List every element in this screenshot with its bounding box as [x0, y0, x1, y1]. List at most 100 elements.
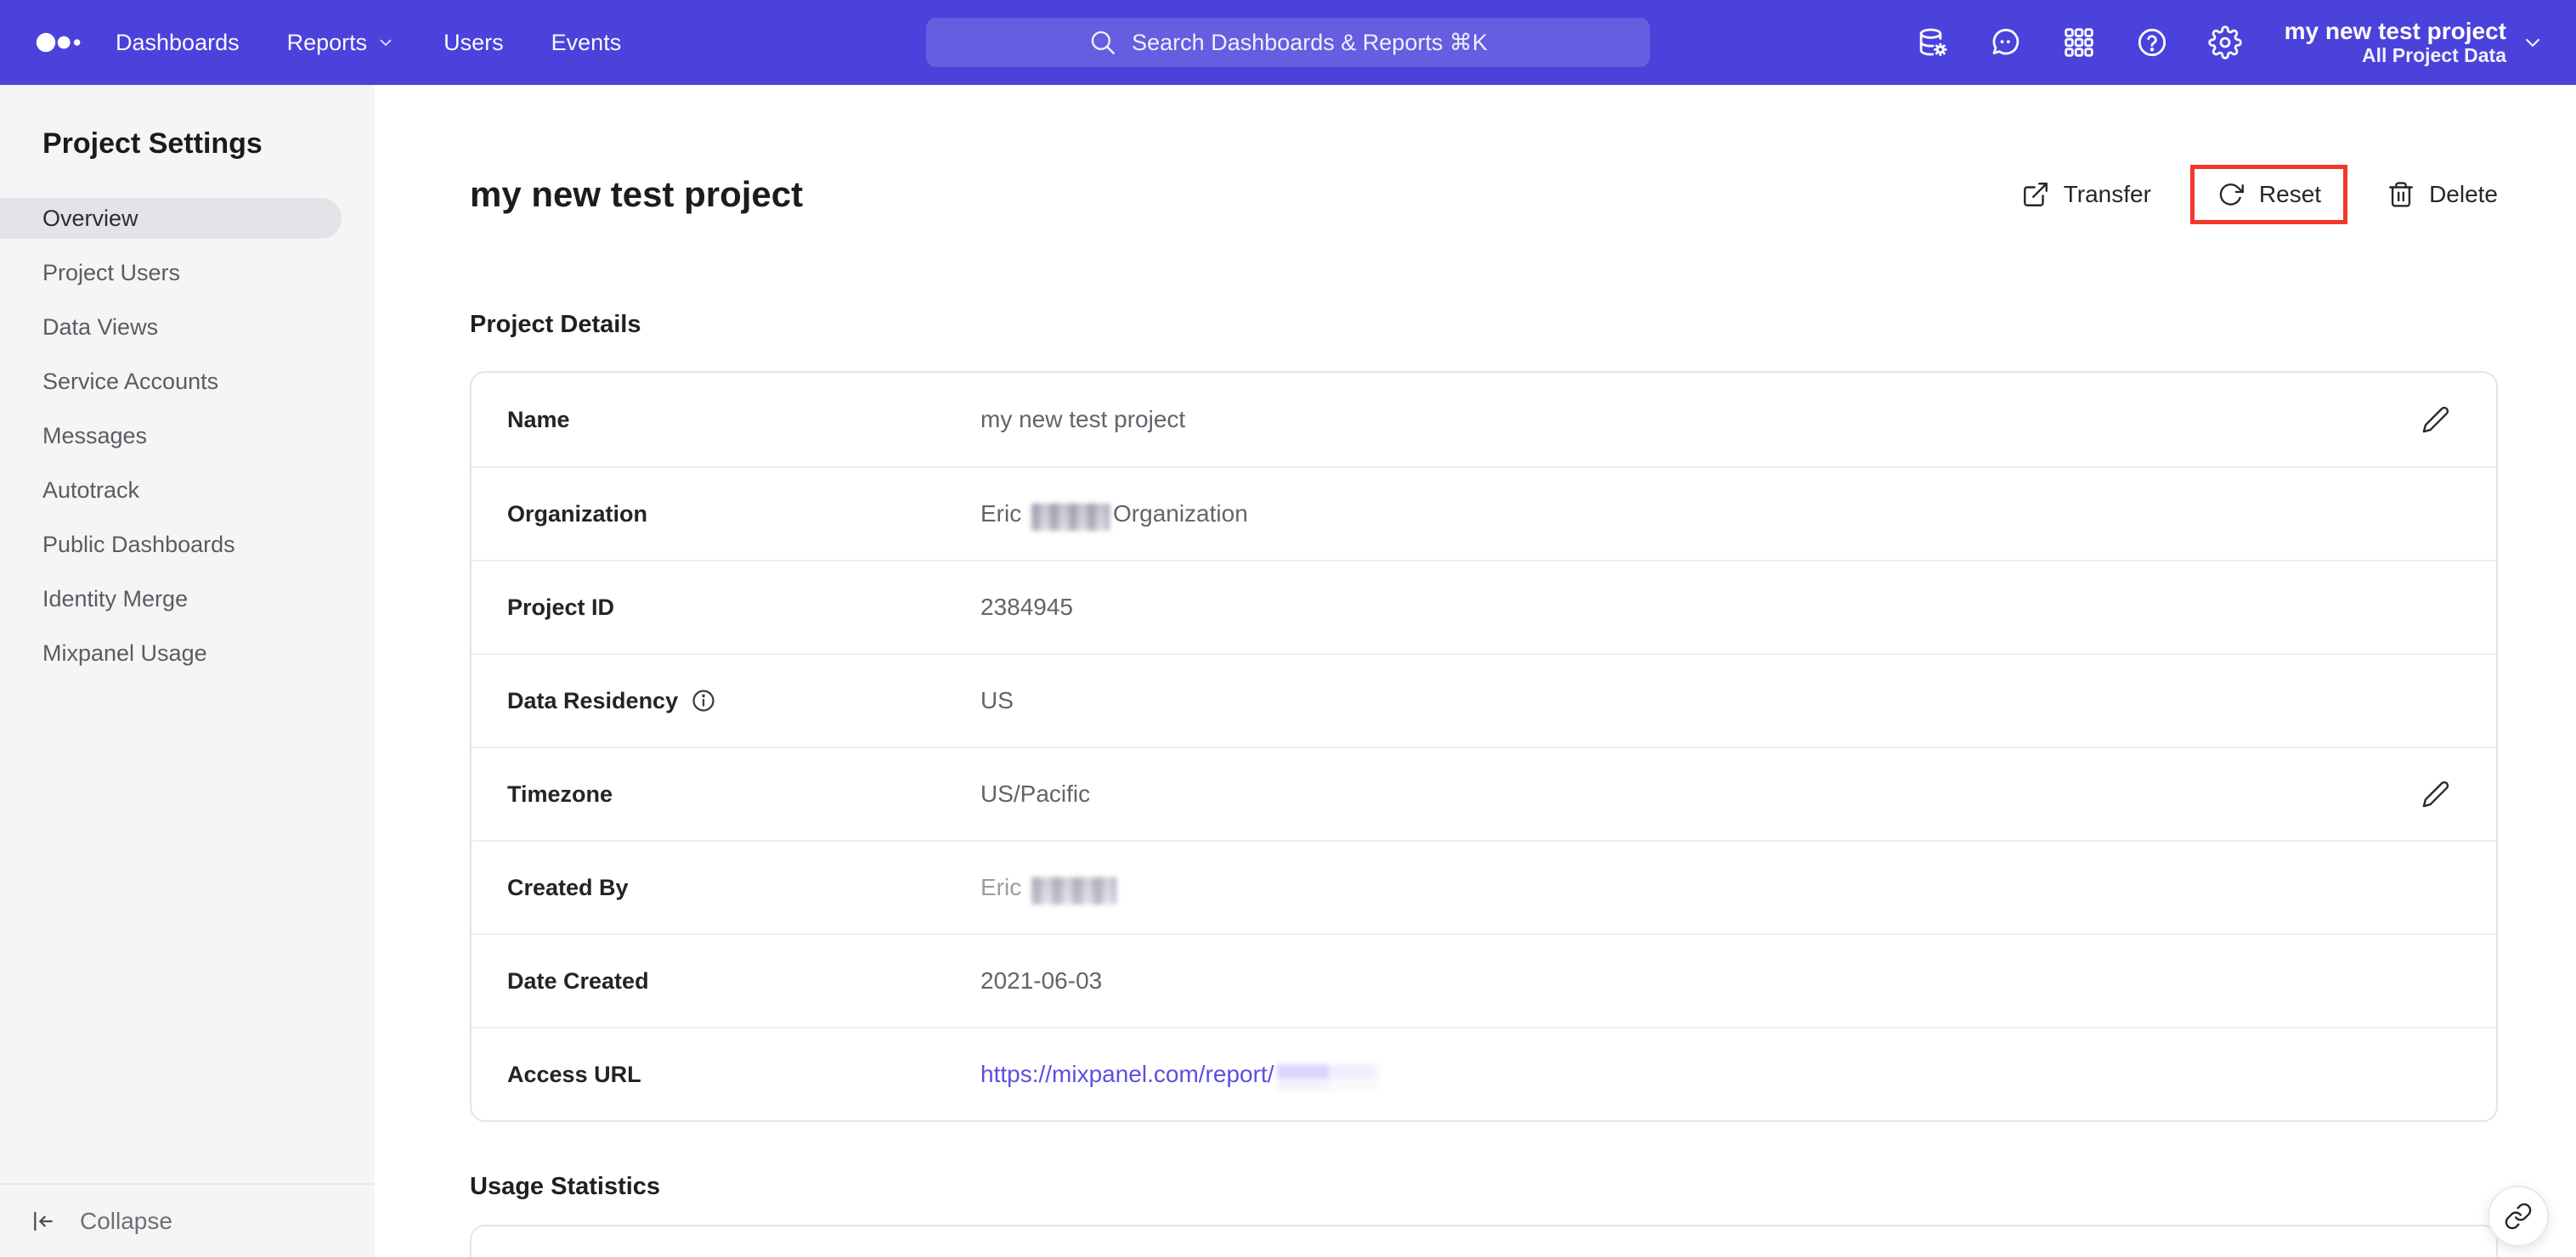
- row-value: Eric Organization: [980, 500, 1255, 531]
- row-value: 2021-06-03: [980, 967, 1109, 995]
- search-placeholder: Search Dashboards & Reports ⌘K: [1132, 29, 1488, 55]
- edit-timezone-button[interactable]: [2421, 780, 2450, 809]
- row-label: Organization: [507, 501, 980, 527]
- data-management-icon[interactable]: [1916, 25, 1950, 59]
- nav-link-users[interactable]: Users: [443, 30, 504, 56]
- chevron-down-icon: [376, 32, 396, 53]
- top-nav: Dashboards Reports Users Events Search Dash…: [0, 0, 2576, 85]
- detail-row-timezone: Timezone US/Pacific: [472, 747, 2496, 840]
- detail-row-data-residency: Data Residency US: [472, 653, 2496, 747]
- sidebar-item-public-dashboards[interactable]: Public Dashboards: [0, 517, 375, 572]
- redacted-text: [1031, 504, 1110, 531]
- row-label: Created By: [507, 875, 980, 901]
- row-label-text: Name: [507, 406, 570, 432]
- detail-row-name: Name my new test project: [472, 373, 2496, 466]
- row-label-text: Timezone: [507, 781, 613, 807]
- project-details-card: Name my new test project Organization Eric…: [470, 371, 2498, 1122]
- row-value: https://mixpanel.com/report/: [980, 1061, 1381, 1091]
- current-project-scope: All Project Data: [2362, 44, 2506, 66]
- value-text: US: [980, 687, 1014, 713]
- row-label: Name: [507, 407, 980, 433]
- row-label-text: Project ID: [507, 594, 615, 620]
- row-value: US/Pacific: [980, 781, 1097, 808]
- row-label: Project ID: [507, 595, 980, 621]
- usage-statistics-card: [470, 1225, 2498, 1257]
- sidebar-item-identity-merge[interactable]: Identity Merge: [0, 572, 375, 626]
- row-value: Eric: [980, 874, 1120, 905]
- usage-statistics-heading: Usage Statistics: [470, 1173, 661, 1200]
- row-label-text: Created By: [507, 874, 629, 900]
- value-text: 2384945: [980, 594, 1074, 620]
- value-text: Organization: [1113, 500, 1248, 527]
- nav-links: Dashboards Reports Users Events: [116, 30, 621, 56]
- settings-sidebar: Project Settings Overview Project Users Da…: [0, 85, 375, 1257]
- sidebar-item-messages[interactable]: Messages: [0, 409, 375, 463]
- redacted-text: [1031, 877, 1117, 905]
- access-url-link[interactable]: https://mixpanel.com/report/: [980, 1061, 1274, 1088]
- value-text: Eric: [980, 874, 1022, 900]
- sidebar-item-data-views[interactable]: Data Views: [0, 300, 375, 354]
- mixpanel-logo-icon: [32, 22, 90, 63]
- transfer-button[interactable]: Transfer: [2021, 180, 2151, 209]
- highlight-annotation: Reset: [2189, 165, 2348, 224]
- value-text: US/Pacific: [980, 781, 1091, 807]
- detail-row-date-created: Date Created 2021-06-03: [472, 933, 2496, 1027]
- collapse-icon: [29, 1208, 56, 1235]
- collapse-label: Collapse: [80, 1207, 172, 1234]
- nav-right-cluster: my new test project All Project Data: [1916, 0, 2576, 85]
- detail-row-project-id: Project ID 2384945: [472, 560, 2496, 653]
- help-icon[interactable]: [2135, 25, 2169, 59]
- sidebar-item-mixpanel-usage[interactable]: Mixpanel Usage: [0, 626, 375, 680]
- nav-link-events[interactable]: Events: [551, 30, 622, 56]
- sidebar-items: Overview Project Users Data Views Service A…: [0, 198, 375, 680]
- detail-row-access-url: Access URL https://mixpanel.com/report/: [472, 1027, 2496, 1120]
- detail-row-organization: Organization Eric Organization: [472, 466, 2496, 560]
- messages-icon[interactable]: [1989, 25, 2023, 59]
- sidebar-item-project-users[interactable]: Project Users: [0, 245, 375, 300]
- row-value: US: [980, 687, 1020, 714]
- value-text: Eric: [980, 500, 1022, 527]
- link-icon: [2504, 1202, 2533, 1231]
- info-icon[interactable]: [690, 687, 717, 714]
- row-label-text: Data Residency: [507, 687, 679, 713]
- transfer-icon: [2021, 180, 2050, 209]
- search-input[interactable]: Search Dashboards & Reports ⌘K: [926, 18, 1650, 67]
- nav-link-label: Events: [551, 29, 622, 55]
- redacted-text: [1277, 1064, 1378, 1091]
- value-text: my new test project: [980, 406, 1186, 432]
- edit-name-button[interactable]: [2421, 405, 2450, 434]
- apps-grid-icon[interactable]: [2062, 25, 2096, 59]
- row-label: Access URL: [507, 1062, 980, 1088]
- nav-link-dashboards[interactable]: Dashboards: [116, 30, 240, 56]
- nav-link-reports[interactable]: Reports: [287, 30, 397, 56]
- sidebar-item-autotrack[interactable]: Autotrack: [0, 463, 375, 517]
- reset-icon: [2217, 180, 2246, 209]
- delete-button[interactable]: Delete: [2387, 180, 2498, 209]
- project-actions: Transfer Reset Delete: [2021, 165, 2498, 224]
- nav-link-label: Reports: [286, 29, 368, 55]
- search-icon: [1088, 28, 1117, 57]
- trash-icon: [2387, 180, 2415, 209]
- sidebar-item-service-accounts[interactable]: Service Accounts: [0, 354, 375, 409]
- chevron-down-icon: [2520, 30, 2545, 55]
- nav-link-label: Dashboards: [116, 29, 240, 55]
- project-details-heading: Project Details: [470, 311, 641, 338]
- row-value: 2384945: [980, 594, 1080, 621]
- row-label: Timezone: [507, 781, 980, 808]
- row-label: Data Residency: [507, 687, 980, 714]
- collapse-sidebar-button[interactable]: Collapse: [0, 1183, 375, 1257]
- page-title: my new test project: [470, 174, 804, 214]
- row-value: my new test project: [980, 406, 1192, 433]
- row-label-text: Date Created: [507, 967, 649, 994]
- settings-icon[interactable]: [2207, 25, 2242, 59]
- reset-button[interactable]: Reset: [2217, 180, 2321, 209]
- sidebar-item-overview[interactable]: Overview: [0, 198, 342, 239]
- project-switcher[interactable]: my new test project All Project Data: [2285, 20, 2545, 65]
- sidebar-title: Project Settings: [42, 127, 263, 160]
- detail-row-created-by: Created By Eric: [472, 840, 2496, 933]
- row-label-text: Access URL: [507, 1061, 641, 1087]
- value-text: 2021-06-03: [980, 967, 1103, 994]
- row-label: Date Created: [507, 968, 980, 995]
- row-label-text: Organization: [507, 500, 648, 527]
- share-link-button[interactable]: [2488, 1186, 2549, 1247]
